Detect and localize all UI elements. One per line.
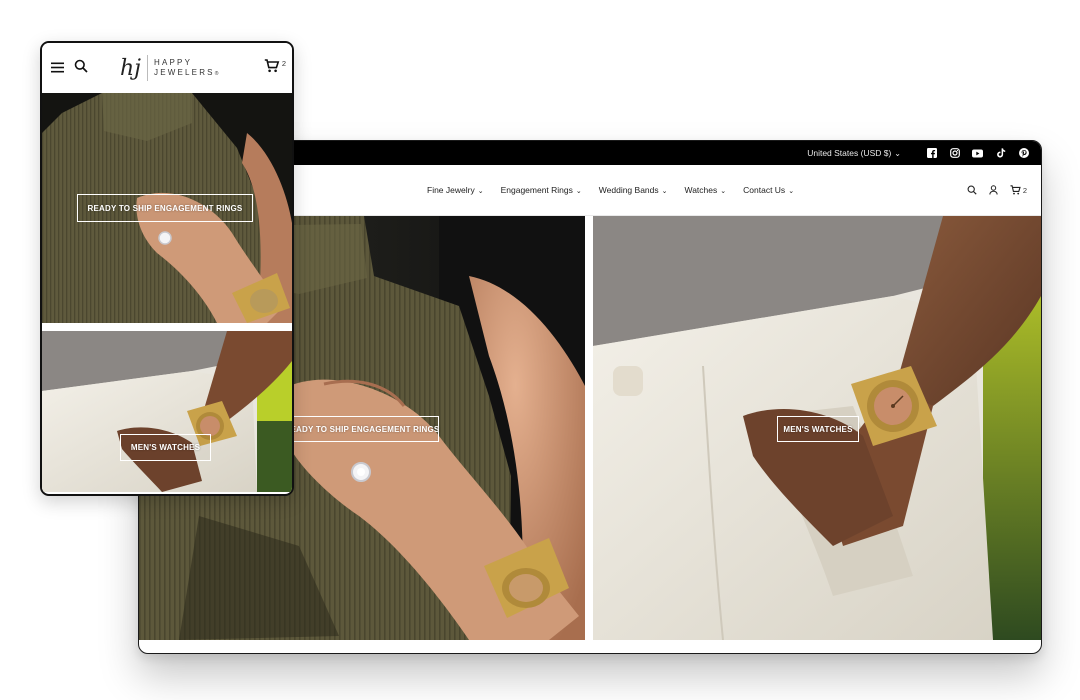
cart-icon xyxy=(1010,185,1021,195)
logo-divider xyxy=(147,55,148,81)
registered-mark: ® xyxy=(214,70,219,77)
menu-item-wedding-bands[interactable]: Wedding Bands ⌄ xyxy=(599,185,668,195)
menu-label: Contact Us xyxy=(743,185,786,195)
mens-watches-button[interactable]: MEN'S WATCHES xyxy=(120,434,211,461)
man-wearing-watch-photo xyxy=(42,331,292,492)
social-links xyxy=(926,141,1029,165)
search-icon[interactable] xyxy=(74,59,88,78)
menu-label: Watches xyxy=(684,185,718,195)
happy-jewelers-logo[interactable]: hj HAPPY JEWELERS® xyxy=(120,53,218,83)
header-actions: 2 xyxy=(967,165,1027,215)
menu-item-contact-us[interactable]: Contact Us ⌄ xyxy=(743,185,794,195)
cart-button[interactable]: 2 xyxy=(1010,185,1027,195)
mobile-header: hj HAPPY JEWELERS® 2 xyxy=(42,43,292,93)
mobile-device-window: hj HAPPY JEWELERS® 2 READY TO SHIP ENGAG… xyxy=(40,41,294,496)
main-menu: Fine Jewelry ⌄ Engagement Rings ⌄ Wedding … xyxy=(427,165,794,215)
logo-wordmark: HAPPY JEWELERS® xyxy=(154,58,218,79)
ready-to-ship-engagement-rings-button[interactable]: READY TO SHIP ENGAGEMENT RINGS xyxy=(285,416,439,442)
currency-selector[interactable]: United States (USD $) ⌄ xyxy=(807,141,901,165)
mobile-mens-watches-image[interactable] xyxy=(42,331,292,492)
menu-item-watches[interactable]: Watches ⌄ xyxy=(685,185,727,195)
chevron-down-icon: ⌄ xyxy=(661,188,668,195)
instagram-icon[interactable] xyxy=(949,148,960,159)
logo-line-2: JEWELERS xyxy=(154,67,215,77)
cart-count: 2 xyxy=(281,59,286,68)
hamburger-menu-icon[interactable] xyxy=(51,60,64,78)
search-icon[interactable] xyxy=(967,185,977,195)
logo-line-1: HAPPY xyxy=(154,57,193,67)
logo-monogram: hj xyxy=(120,55,141,81)
menu-label: Fine Jewelry xyxy=(427,185,475,195)
menu-item-fine-jewelry[interactable]: Fine Jewelry ⌄ xyxy=(427,185,484,195)
chevron-down-icon: ⌄ xyxy=(894,149,901,158)
pinterest-icon[interactable] xyxy=(1018,148,1029,159)
chevron-down-icon: ⌄ xyxy=(477,188,484,195)
facebook-icon[interactable] xyxy=(926,148,937,159)
section-divider xyxy=(42,323,292,331)
chevron-down-icon: ⌄ xyxy=(788,188,795,195)
menu-item-engagement-rings[interactable]: Engagement Rings ⌄ xyxy=(501,185,582,195)
chevron-down-icon: ⌄ xyxy=(720,188,727,195)
account-icon[interactable] xyxy=(989,185,998,195)
menu-label: Wedding Bands xyxy=(598,185,659,195)
cart-icon xyxy=(264,59,280,73)
tiktok-icon[interactable] xyxy=(995,148,1006,159)
ready-to-ship-engagement-rings-button[interactable]: READY TO SHIP ENGAGEMENT RINGS xyxy=(77,194,253,222)
menu-label: Engagement Rings xyxy=(500,185,573,195)
youtube-icon[interactable] xyxy=(972,148,983,159)
chevron-down-icon: ⌄ xyxy=(575,188,582,195)
cart-count: 2 xyxy=(1022,185,1027,195)
cart-button[interactable]: 2 xyxy=(264,59,286,73)
currency-label: United States (USD $) xyxy=(807,148,892,158)
mens-watches-button[interactable]: MEN'S WATCHES xyxy=(777,416,859,442)
